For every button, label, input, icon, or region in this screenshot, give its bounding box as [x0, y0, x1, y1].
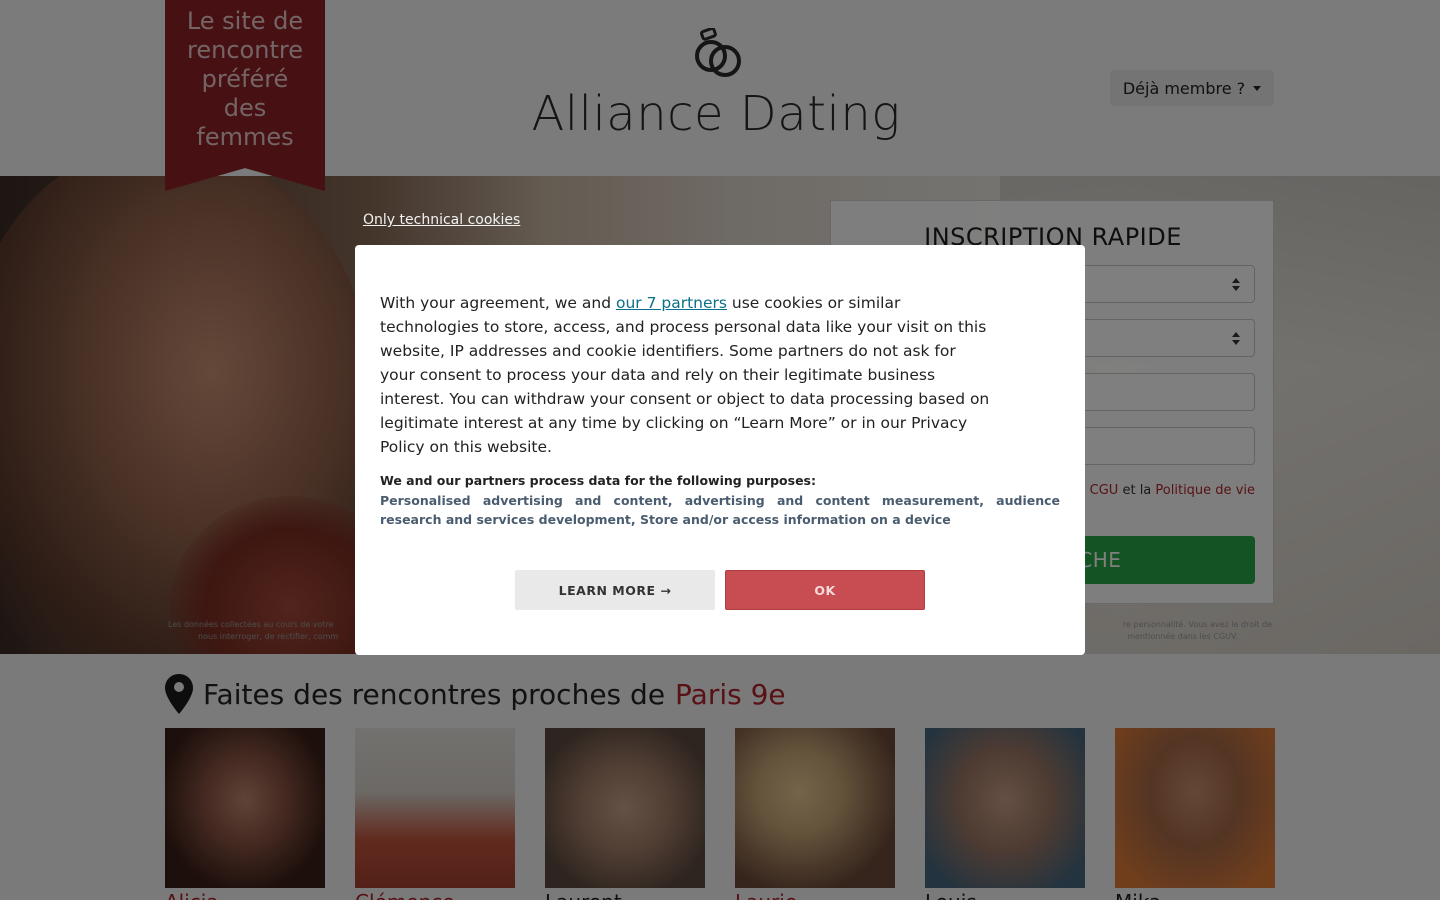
- purposes-heading: We and our partners process data for the…: [380, 473, 816, 488]
- consent-text-start: With your agreement, we and: [380, 294, 616, 312]
- consent-text: With your agreement, we and our 7 partne…: [380, 291, 990, 459]
- learn-more-button[interactable]: LEARN MORE →: [515, 570, 715, 610]
- partners-link[interactable]: our 7 partners: [616, 294, 727, 312]
- purposes-list: Personalised advertising and content, ad…: [380, 493, 1060, 527]
- technical-cookies-link[interactable]: Only technical cookies: [363, 212, 520, 228]
- cookie-consent-dialog: With your agreement, we and our 7 partne…: [355, 245, 1085, 655]
- ok-button[interactable]: OK: [725, 570, 925, 610]
- consent-text-rest: use cookies or similar technologies to s…: [380, 294, 990, 456]
